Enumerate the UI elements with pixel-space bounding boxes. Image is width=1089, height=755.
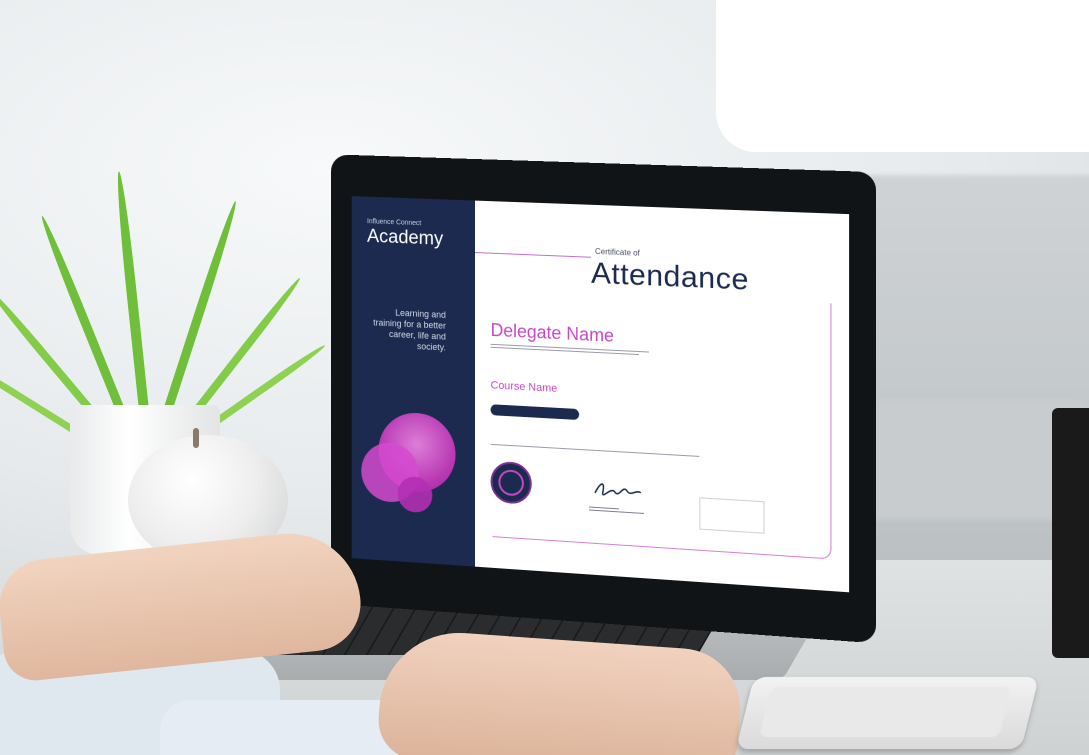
phone-icon [736,677,1039,749]
certificate-heading-small: Certificate of [595,246,640,258]
certificate-sidebar: Influence Connect Academy Learning and t… [351,196,475,567]
speaker-icon [1052,408,1089,658]
laptop-screen: Influence Connect Academy Learning and t… [351,196,850,593]
signature-icon [593,477,643,502]
stamp-box [699,497,765,534]
laptop-icon: Influence Connect Academy Learning and t… [330,154,877,644]
certificate-heading: Attendance [591,256,749,297]
photo-scene: Influence Connect Academy Learning and t… [0,0,1089,755]
certificate-body: Certificate of Attendance Delegate Name … [474,201,849,593]
badge-ring [498,469,524,497]
apple-stem [193,428,199,448]
brand-tagline: Learning and training for a better caree… [373,307,446,353]
phone-screen [759,687,1012,737]
heading-rule [474,252,592,258]
white-overlay-card [716,0,1089,152]
brand-name: Academy [367,226,444,250]
